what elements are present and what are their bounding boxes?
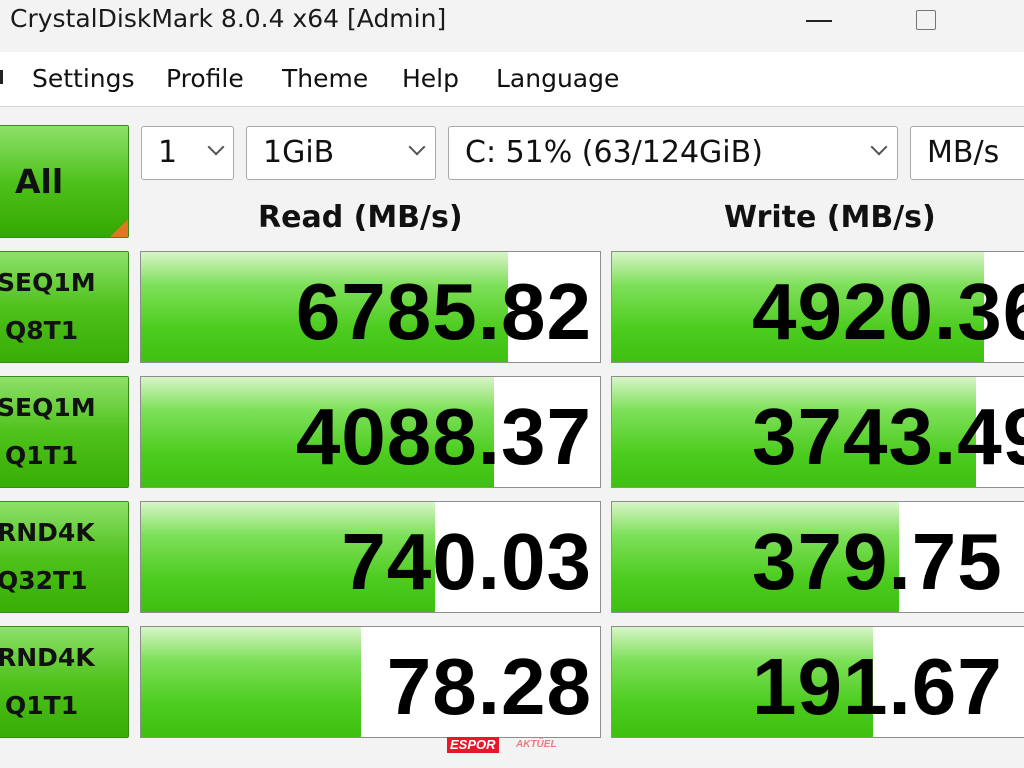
- title-bar: CrystalDiskMark 8.0.4 x64 [Admin]: [0, 0, 1024, 52]
- test-button-seq1m-q8t1[interactable]: SEQ1M Q8T1: [0, 251, 129, 363]
- test-label-line1: SEQ1M: [0, 268, 96, 297]
- window-title: CrystalDiskMark 8.0.4 x64 [Admin]: [10, 4, 447, 33]
- write-value: 379.75: [752, 517, 1003, 606]
- menu-help[interactable]: Help: [402, 64, 459, 93]
- read-result: 740.03: [140, 501, 601, 613]
- test-label-line2: Q32T1: [0, 566, 88, 595]
- test-label-line2: Q1T1: [5, 441, 79, 470]
- test-label-line1: RND4K: [0, 643, 95, 672]
- all-button[interactable]: All: [0, 125, 129, 238]
- count-select[interactable]: 1: [141, 126, 234, 180]
- read-result: 6785.82: [140, 251, 601, 363]
- maximize-icon[interactable]: [906, 4, 946, 40]
- menu-language[interactable]: Language: [496, 64, 619, 93]
- unit-value: MB/s: [927, 135, 1000, 170]
- chevron-down-icon: [409, 143, 423, 157]
- menu-edge-divider: [0, 70, 3, 84]
- write-result: 3743.49: [611, 376, 1024, 488]
- minimize-icon[interactable]: [800, 4, 840, 40]
- all-button-label: All: [15, 162, 64, 201]
- write-result: 191.67: [611, 626, 1024, 738]
- test-label-line1: SEQ1M: [0, 393, 96, 422]
- test-label-line1: RND4K: [0, 518, 95, 547]
- read-value: 4088.37: [295, 392, 592, 481]
- write-value: 4920.36: [752, 267, 1024, 356]
- watermark-right: AKTÜEL: [516, 739, 557, 750]
- watermark-logo: ESPOR AKTÜEL: [447, 737, 577, 753]
- test-label-line2: Q1T1: [5, 691, 79, 720]
- read-value: 6785.82: [295, 267, 592, 356]
- write-value: 191.67: [752, 642, 1003, 731]
- test-button-rnd4k-q32t1[interactable]: RND4K Q32T1: [0, 501, 129, 613]
- chevron-down-icon: [208, 143, 222, 157]
- menu-bar: Settings Profile Theme Help Language: [0, 52, 1024, 107]
- test-button-seq1m-q1t1[interactable]: SEQ1M Q1T1: [0, 376, 129, 488]
- read-result: 4088.37: [140, 376, 601, 488]
- watermark-left: ESPOR: [447, 737, 499, 753]
- chevron-down-icon: [871, 143, 885, 157]
- test-label-line2: Q8T1: [5, 316, 79, 345]
- write-header: Write (MB/s): [724, 200, 936, 235]
- drive-value: C: 51% (63/124GiB): [465, 135, 763, 170]
- size-select[interactable]: 1GiB: [246, 126, 436, 180]
- write-value: 3743.49: [752, 392, 1024, 481]
- read-result: 78.28: [140, 626, 601, 738]
- menu-theme[interactable]: Theme: [282, 64, 368, 93]
- read-progress-bar: [141, 627, 362, 737]
- read-value: 740.03: [341, 517, 592, 606]
- menu-profile[interactable]: Profile: [166, 64, 244, 93]
- size-value: 1GiB: [263, 135, 335, 170]
- unit-select[interactable]: MB/s: [910, 126, 1024, 180]
- write-result: 4920.36: [611, 251, 1024, 363]
- read-header: Read (MB/s): [258, 200, 463, 235]
- count-value: 1: [158, 135, 178, 170]
- read-value: 78.28: [386, 642, 592, 731]
- corner-triangle-icon: [110, 219, 128, 237]
- drive-select[interactable]: C: 51% (63/124GiB): [448, 126, 898, 180]
- write-result: 379.75: [611, 501, 1024, 613]
- menu-settings[interactable]: Settings: [32, 64, 135, 93]
- test-button-rnd4k-q1t1[interactable]: RND4K Q1T1: [0, 626, 129, 738]
